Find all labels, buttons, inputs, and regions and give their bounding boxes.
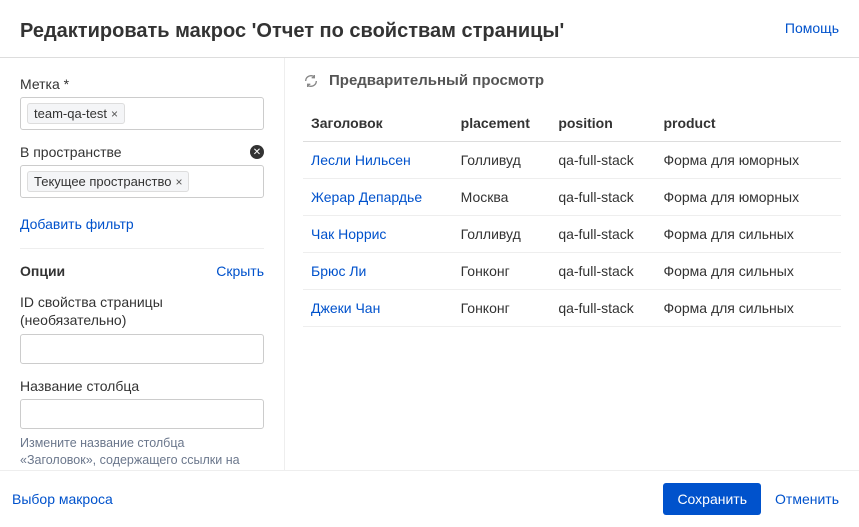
col-header-title: Заголовок [303, 105, 461, 142]
cell-position: qa-full-stack [558, 142, 663, 179]
hide-options-link[interactable]: Скрыть [216, 263, 264, 279]
label-field-label: Метка * [20, 76, 69, 92]
table-row: Брюс ЛиГонконгqa-full-stackФорма для сил… [303, 253, 841, 290]
column-name-label: Название столбца [20, 378, 264, 394]
cell-position: qa-full-stack [558, 216, 663, 253]
table-row: Джеки ЧанГонконгqa-full-stackФорма для с… [303, 290, 841, 327]
help-link[interactable]: Помощь [785, 20, 839, 36]
cell-placement: Гонконг [461, 253, 559, 290]
space-token: Текущее пространство × [27, 171, 189, 192]
space-token-input[interactable]: Текущее пространство × [20, 165, 264, 198]
options-title: Опции [20, 263, 65, 279]
cell-placement: Голливуд [461, 216, 559, 253]
preview-title: Предварительный просмотр [329, 72, 544, 89]
add-filter-link[interactable]: Добавить фильтр [20, 216, 264, 232]
preview-table: Заголовок placement position product Лес… [303, 105, 841, 327]
remove-token-icon[interactable]: × [175, 175, 182, 189]
dialog-title: Редактировать макрос 'Отчет по свойствам… [20, 20, 564, 43]
preview-pane: Предварительный просмотр Заголовок place… [285, 58, 859, 470]
cell-title[interactable]: Лесли Нильсен [303, 142, 461, 179]
prop-id-label: ID свойства страницы (необязательно) [20, 293, 264, 329]
column-name-input[interactable] [20, 399, 264, 429]
table-row: Жерар ДепардьеМоскваqa-full-stackФорма д… [303, 179, 841, 216]
save-button[interactable]: Сохранить [663, 483, 761, 515]
sidebar-divider [20, 248, 264, 249]
col-header-placement: placement [461, 105, 559, 142]
table-row: Чак НоррисГолливудqa-full-stackФорма для… [303, 216, 841, 253]
table-row: Лесли НильсенГолливудqa-full-stackФорма … [303, 142, 841, 179]
sidebar: Метка * team-qa-test × В пространстве ✕ … [0, 58, 285, 470]
cell-placement: Москва [461, 179, 559, 216]
space-token-text: Текущее пространство [34, 174, 171, 189]
cell-position: qa-full-stack [558, 290, 663, 327]
dialog-footer: Выбор макроса Сохранить Отменить [0, 470, 859, 527]
column-hint: Измените название столбца «Заголовок», с… [20, 435, 264, 470]
cell-product: Форма для сильных [663, 253, 841, 290]
cell-product: Форма для сильных [663, 290, 841, 327]
cell-title[interactable]: Жерар Депардье [303, 179, 461, 216]
cancel-button[interactable]: Отменить [775, 491, 839, 507]
space-field-label: В пространстве [20, 144, 122, 160]
cell-product: Форма для сильных [663, 216, 841, 253]
label-token: team-qa-test × [27, 103, 125, 124]
cell-position: qa-full-stack [558, 253, 663, 290]
label-token-text: team-qa-test [34, 106, 107, 121]
cell-title[interactable]: Джеки Чан [303, 290, 461, 327]
cell-title[interactable]: Чак Норрис [303, 216, 461, 253]
clear-space-icon[interactable]: ✕ [250, 145, 264, 159]
cell-placement: Голливуд [461, 142, 559, 179]
col-header-position: position [558, 105, 663, 142]
refresh-icon[interactable] [303, 73, 319, 89]
label-token-input[interactable]: team-qa-test × [20, 97, 264, 130]
cell-product: Форма для юморных [663, 179, 841, 216]
cell-title[interactable]: Брюс Ли [303, 253, 461, 290]
cell-position: qa-full-stack [558, 179, 663, 216]
prop-id-input[interactable] [20, 334, 264, 364]
remove-token-icon[interactable]: × [111, 107, 118, 121]
cell-placement: Гонконг [461, 290, 559, 327]
col-header-product: product [663, 105, 841, 142]
cell-product: Форма для юморных [663, 142, 841, 179]
choose-macro-link[interactable]: Выбор макроса [12, 491, 113, 507]
